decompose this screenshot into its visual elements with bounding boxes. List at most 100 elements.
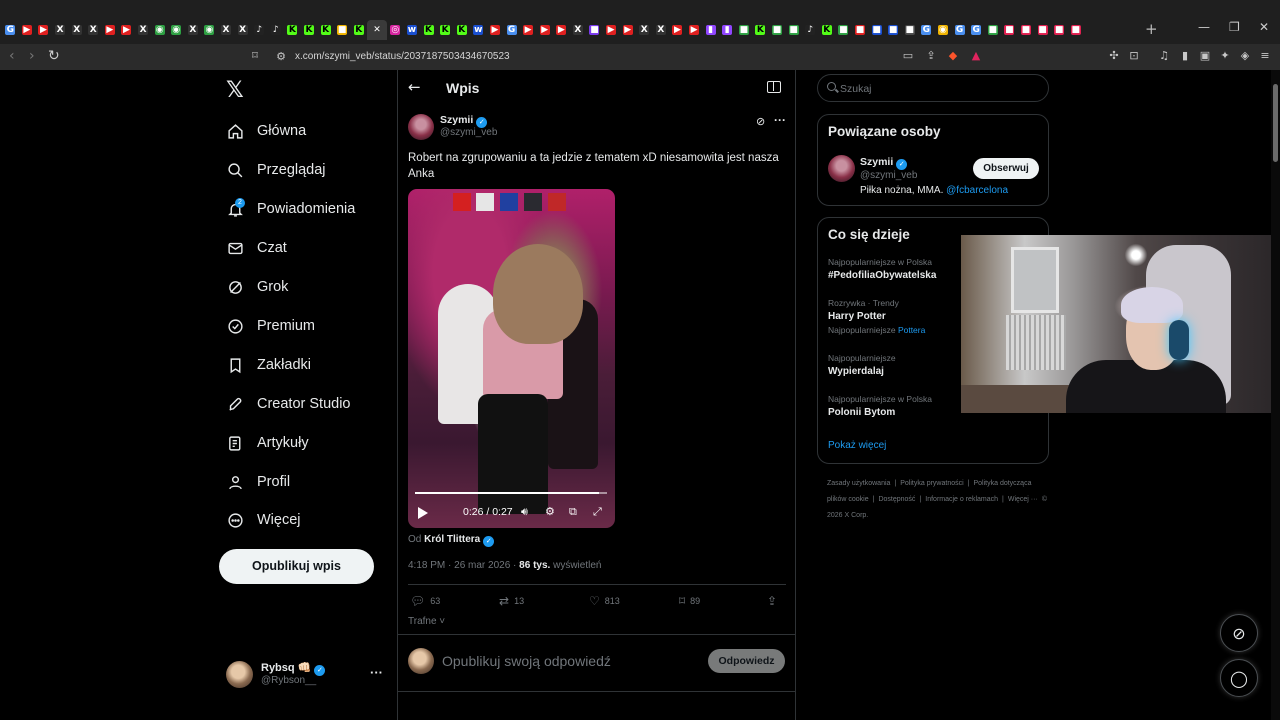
browser-tab[interactable]: K	[819, 21, 836, 39]
more-dots-icon[interactable]: ···	[370, 665, 383, 680]
browser-tab[interactable]: ◉	[201, 21, 218, 39]
author-handle[interactable]: @szymi_veb	[440, 127, 497, 138]
browser-tab[interactable]: K	[350, 21, 367, 39]
grok-floating-button[interactable]: ⊘	[1220, 614, 1258, 652]
browser-tab[interactable]: ■	[1034, 21, 1051, 39]
reply-button[interactable]: Odpowiedz	[708, 649, 785, 673]
browser-tab[interactable]: K	[420, 21, 437, 39]
person-handle[interactable]: @szymi_veb	[860, 170, 917, 181]
address-bar[interactable]: ⚙ x.com/szymi_veb/status/203718750343467…	[268, 47, 990, 67]
browser-tab[interactable]: X	[85, 21, 102, 39]
settings-gear-icon[interactable]: ⚙	[545, 505, 555, 518]
browser-tab[interactable]: X	[234, 21, 251, 39]
footer-link[interactable]: Polityka prywatności	[900, 480, 963, 487]
reload-button[interactable]: ↻	[48, 48, 60, 64]
footer-link[interactable]: Więcej ···	[1008, 496, 1038, 503]
source-account-link[interactable]: Król Tlittera	[424, 534, 480, 545]
browser-tab[interactable]: ▶	[520, 21, 537, 39]
reply-action[interactable]: 💬︎ 63	[410, 594, 440, 608]
screenshot-icon[interactable]: ⊡	[1127, 49, 1141, 63]
browser-tab[interactable]: ■	[868, 21, 885, 39]
browser-tab[interactable]: G	[2, 21, 19, 39]
scrollbar-thumb[interactable]	[1273, 84, 1278, 162]
browser-tab[interactable]: K	[752, 21, 769, 39]
browser-tab[interactable]: ◎	[387, 21, 404, 39]
browser-tab[interactable]: ▶	[619, 21, 636, 39]
video-player[interactable]: 0:26 / 0:27 🔊︎ ⚙ ⧉ ⤢	[408, 189, 615, 528]
publish-post-button[interactable]: Opublikuj wpis	[219, 549, 374, 584]
bookmark-page-icon[interactable]: ⌑	[248, 49, 262, 63]
browser-tab[interactable]: G	[968, 21, 985, 39]
browser-tab[interactable]: G	[503, 21, 520, 39]
bio-mention-link[interactable]: @fcbarcelona	[946, 185, 1008, 196]
vpn-icon[interactable]: ◈	[1238, 49, 1252, 63]
bookmark-action[interactable]: ⌑ 89	[679, 594, 700, 608]
browser-tab[interactable]: ▶	[553, 21, 570, 39]
url-text[interactable]: x.com/szymi_veb/status/20371875034346705…	[295, 51, 510, 62]
play-icon[interactable]	[418, 507, 428, 519]
browser-tab[interactable]: ■	[586, 21, 603, 39]
volume-icon[interactable]: 🔊︎	[521, 505, 528, 519]
browser-tab[interactable]: ■	[736, 21, 753, 39]
new-tab-button[interactable]: +	[1145, 20, 1158, 38]
browser-tab[interactable]: ■	[901, 21, 918, 39]
browser-tab[interactable]: ▮	[702, 21, 719, 39]
browser-tab[interactable]: K	[301, 21, 318, 39]
browser-tab[interactable]: ■	[785, 21, 802, 39]
browser-tab[interactable]: ■	[1018, 21, 1035, 39]
nav-item-home[interactable]: Główna	[226, 117, 306, 145]
post-timestamp[interactable]: 4:18 PM · 26 mar 2026 ·	[408, 560, 519, 571]
browser-tab[interactable]: ■	[334, 21, 351, 39]
nav-item-bookmark[interactable]: Zakładki	[226, 351, 311, 379]
trend-subtitle-link[interactable]: Pottera	[898, 325, 925, 335]
messages-floating-button[interactable]: ◯	[1220, 659, 1258, 697]
close-window-button[interactable]: ✕	[1259, 20, 1269, 34]
forward-button[interactable]: ›	[29, 48, 35, 64]
nav-item-article[interactable]: Artykuły	[226, 429, 309, 457]
active-tab[interactable]: ✕	[367, 20, 388, 40]
browser-tab[interactable]: ◉	[151, 21, 168, 39]
browser-tab[interactable]: ▮	[719, 21, 736, 39]
fullscreen-icon[interactable]: ⤢	[593, 505, 602, 519]
browser-tab[interactable]: ♪	[251, 21, 268, 39]
grok-icon[interactable]: ⊘	[756, 115, 765, 128]
like-action[interactable]: ♡ 813	[589, 594, 620, 608]
repost-action[interactable]: ⇄ 13	[499, 594, 524, 608]
follow-button[interactable]: Obserwuj	[973, 158, 1039, 179]
nav-item-mail[interactable]: Czat	[226, 234, 287, 262]
search-box[interactable]	[817, 74, 1049, 102]
show-more-link[interactable]: Pokaż więcej	[828, 440, 886, 451]
footer-link[interactable]: Dostępność	[878, 496, 915, 503]
browser-tab[interactable]: K	[437, 21, 454, 39]
browser-tab[interactable]: ▶	[669, 21, 686, 39]
brave-shield-icon[interactable]: ◆	[946, 49, 960, 63]
wallet-icon[interactable]: ▣	[1198, 49, 1212, 63]
nav-item-bell[interactable]: 2 Powiadomienia	[226, 195, 355, 223]
person-name[interactable]: Szymii	[860, 156, 893, 168]
nav-item-premium[interactable]: Premium	[226, 312, 315, 340]
browser-tab[interactable]: X	[653, 21, 670, 39]
menu-icon[interactable]: ≡	[1258, 49, 1272, 63]
maximize-button[interactable]: ❐	[1229, 20, 1240, 34]
reply-sort-dropdown[interactable]: Trafne ˅	[408, 616, 445, 627]
back-button[interactable]: ‹	[9, 48, 15, 64]
browser-tab[interactable]: ◉	[935, 21, 952, 39]
browser-tab[interactable]: ■	[984, 21, 1001, 39]
browser-tab[interactable]: X	[570, 21, 587, 39]
video-progress-bar[interactable]	[415, 492, 607, 494]
browser-tab[interactable]: X	[52, 21, 69, 39]
nav-item-more-circle[interactable]: Więcej	[226, 506, 301, 534]
browser-tab[interactable]: ◉	[168, 21, 185, 39]
share-icon[interactable]: ⇪	[924, 49, 938, 63]
footer-link[interactable]: Zasady użytkowania	[827, 480, 890, 487]
cast-icon[interactable]: ▭	[901, 49, 915, 63]
avatar[interactable]	[408, 114, 434, 140]
browser-tab[interactable]: G	[918, 21, 935, 39]
leo-ai-icon[interactable]: ✦	[1218, 49, 1232, 63]
back-arrow-icon[interactable]: ←	[408, 78, 421, 96]
browser-tab[interactable]: ▶	[603, 21, 620, 39]
browser-tab[interactable]: ▶	[19, 21, 36, 39]
browser-tab[interactable]: X	[185, 21, 202, 39]
browser-tab[interactable]: X	[68, 21, 85, 39]
browser-tab[interactable]: ▶	[487, 21, 504, 39]
